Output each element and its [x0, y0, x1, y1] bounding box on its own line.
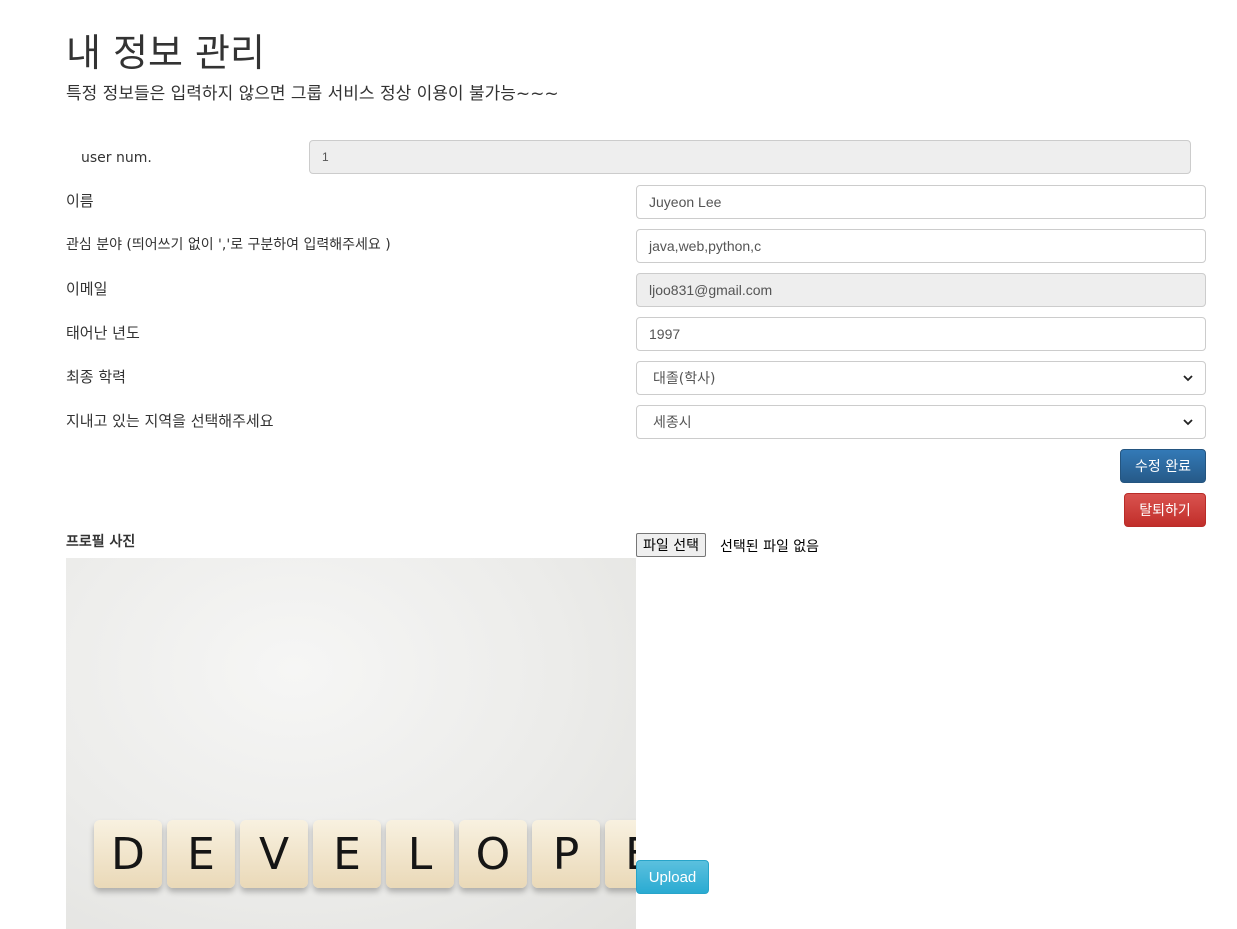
name-label: 이름 — [66, 192, 94, 210]
interests-field[interactable]: java,web,python,c — [636, 229, 1206, 263]
region-selected-value: 세종시 — [653, 415, 692, 431]
interests-label: 관심 분야 (띄어쓰기 없이 ','로 구분하여 입력해주세요 ) — [66, 237, 391, 253]
upload-button[interactable]: Upload — [636, 860, 709, 894]
photo-tile: E — [313, 820, 381, 888]
region-select[interactable]: 세종시 — [636, 405, 1206, 439]
education-selected-value: 대졸(학사) — [653, 371, 716, 387]
profile-photo: D E V E L O P E — [66, 558, 636, 929]
photo-tile: E — [605, 820, 636, 888]
photo-tile: O — [459, 820, 527, 888]
photo-tile: D — [94, 820, 162, 888]
name-field[interactable]: Juyeon Lee — [636, 185, 1206, 219]
email-field: ljoo831@gmail.com — [636, 273, 1206, 307]
region-label: 지내고 있는 지역을 선택해주세요 — [66, 412, 274, 430]
save-button[interactable]: 수정 완료 — [1120, 449, 1206, 483]
page-title: 내 정보 관리 — [66, 31, 265, 75]
chevron-down-icon — [1183, 419, 1193, 426]
file-select-button[interactable]: 파일 선택 — [636, 533, 706, 557]
file-status-text: 선택된 파일 없음 — [720, 539, 820, 555]
profile-photo-label: 프로필 사진 — [66, 534, 136, 550]
photo-tile: V — [240, 820, 308, 888]
email-label: 이메일 — [66, 280, 108, 298]
birth-year-label: 태어난 년도 — [66, 324, 140, 342]
birth-year-field[interactable]: 1997 — [636, 317, 1206, 351]
photo-tile: L — [386, 820, 454, 888]
user-num-field: 1 — [309, 140, 1191, 174]
photo-tile: P — [532, 820, 600, 888]
education-select[interactable]: 대졸(학사) — [636, 361, 1206, 395]
page-subtitle: 특정 정보들은 입력하지 않으면 그룹 서비스 정상 이용이 불가능~~~ — [66, 84, 559, 104]
education-label: 최종 학력 — [66, 368, 126, 386]
photo-tile: E — [167, 820, 235, 888]
chevron-down-icon — [1183, 375, 1193, 382]
user-num-label: user num. — [81, 150, 152, 166]
withdraw-button[interactable]: 탈퇴하기 — [1124, 493, 1206, 527]
